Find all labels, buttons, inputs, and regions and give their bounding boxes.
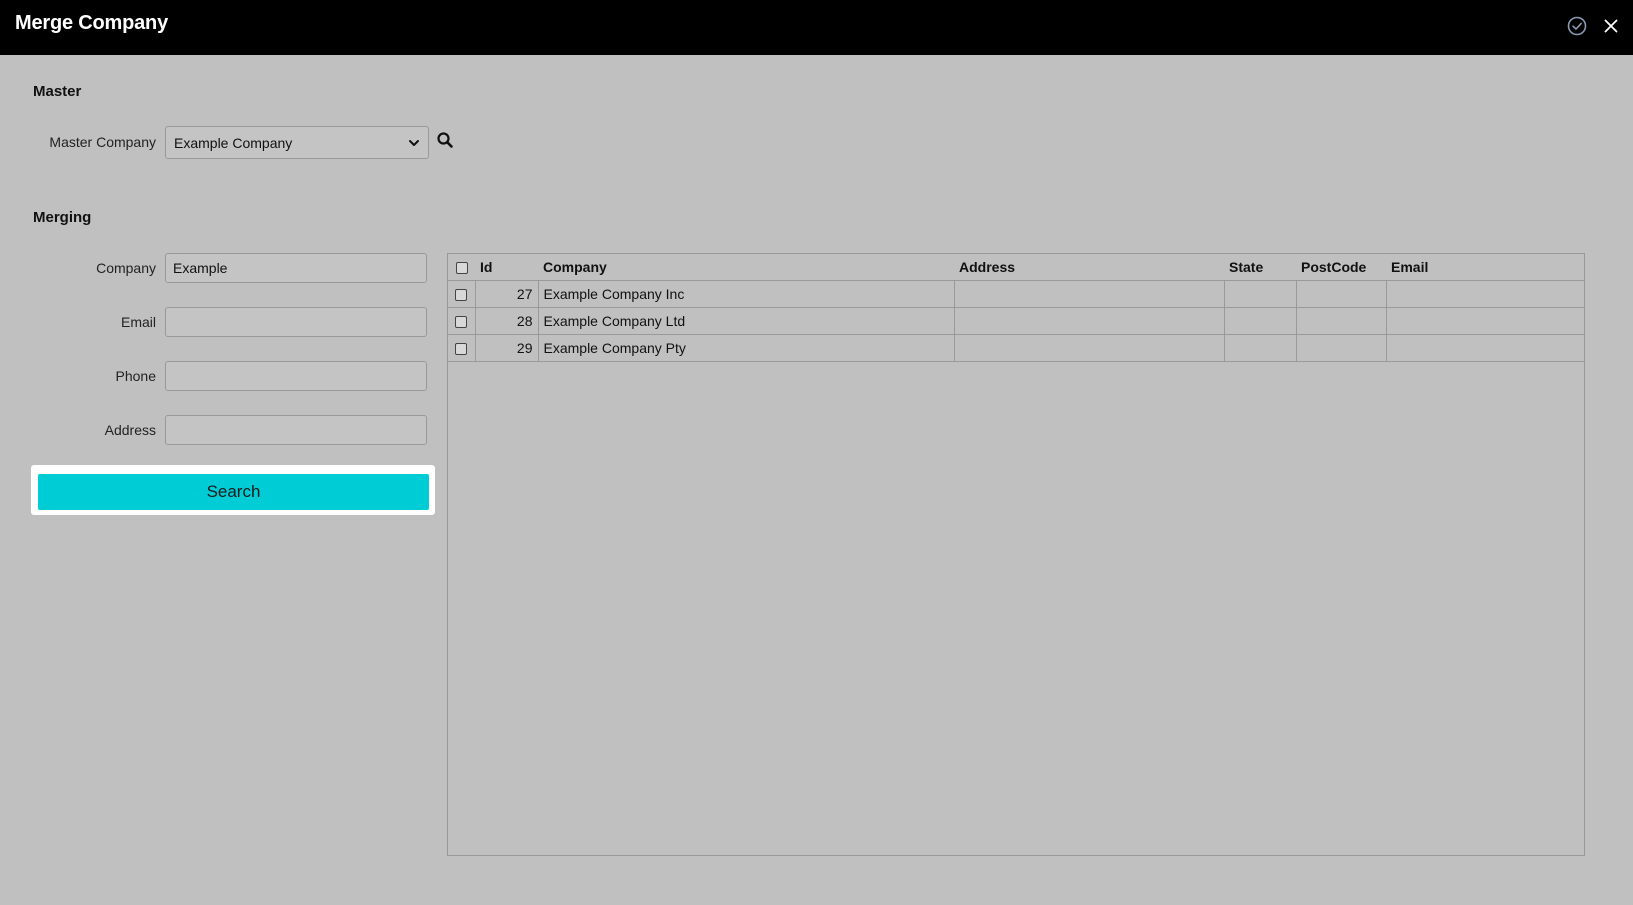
column-header-email[interactable]: Email	[1386, 254, 1584, 281]
title-bar: Merge Company	[0, 0, 1633, 55]
row-select-cell	[448, 307, 476, 335]
cell-postcode	[1296, 334, 1387, 362]
row-checkbox[interactable]	[455, 316, 468, 329]
cell-company: Example Company Ltd	[538, 307, 955, 335]
column-header-id[interactable]: Id	[475, 254, 538, 281]
cell-state	[1224, 307, 1297, 335]
cell-email	[1386, 334, 1584, 362]
row-checkbox[interactable]	[455, 289, 468, 302]
cell-address	[954, 280, 1225, 308]
cell-state	[1224, 280, 1297, 308]
table-header-row: Id Company Address State PostCode Email	[448, 254, 1584, 281]
results-grid: Id Company Address State PostCode Email …	[447, 253, 1585, 856]
cell-address	[954, 307, 1225, 335]
row-select-cell	[448, 280, 476, 308]
master-company-label: Master Company	[49, 134, 156, 150]
master-search-icon[interactable]	[436, 131, 454, 149]
cell-postcode	[1296, 280, 1387, 308]
select-all-checkbox[interactable]	[455, 262, 468, 275]
master-company-select[interactable]: Example Company	[165, 126, 429, 159]
column-header-postcode[interactable]: PostCode	[1296, 254, 1386, 281]
address-input[interactable]	[165, 415, 427, 445]
phone-label: Phone	[115, 368, 156, 384]
results-table: Id Company Address State PostCode Email …	[448, 254, 1584, 362]
cell-id: 27	[475, 280, 539, 308]
chevron-down-icon	[409, 139, 419, 146]
address-label: Address	[104, 422, 156, 438]
row-select-cell	[448, 334, 476, 362]
column-header-company[interactable]: Company	[538, 254, 954, 281]
company-input[interactable]	[165, 253, 427, 283]
cell-company: Example Company Pty	[538, 334, 955, 362]
table-row[interactable]: 28 Example Company Ltd	[448, 307, 1584, 335]
master-company-value: Example Company	[174, 134, 293, 151]
window-title: Merge Company	[15, 12, 168, 34]
cell-id: 29	[475, 334, 539, 362]
search-button[interactable]: Search	[38, 474, 429, 510]
merging-section-title: Merging	[33, 209, 92, 226]
cell-company: Example Company Inc	[538, 280, 955, 308]
close-icon[interactable]	[1600, 15, 1622, 37]
company-label: Company	[96, 260, 156, 276]
select-all-cell	[448, 254, 475, 281]
table-row[interactable]: 29 Example Company Pty	[448, 334, 1584, 362]
check-circle-icon[interactable]	[1566, 15, 1588, 37]
email-label: Email	[120, 314, 156, 330]
email-input[interactable]	[165, 307, 427, 337]
cell-postcode	[1296, 307, 1387, 335]
table-row[interactable]: 27 Example Company Inc	[448, 280, 1584, 308]
cell-email	[1386, 307, 1584, 335]
row-checkbox[interactable]	[455, 343, 468, 356]
column-header-state[interactable]: State	[1224, 254, 1296, 281]
master-section-title: Master	[33, 83, 82, 100]
cell-state	[1224, 334, 1297, 362]
phone-input[interactable]	[165, 361, 427, 391]
cell-id: 28	[475, 307, 539, 335]
cell-address	[954, 334, 1225, 362]
column-header-address[interactable]: Address	[954, 254, 1224, 281]
cell-email	[1386, 280, 1584, 308]
